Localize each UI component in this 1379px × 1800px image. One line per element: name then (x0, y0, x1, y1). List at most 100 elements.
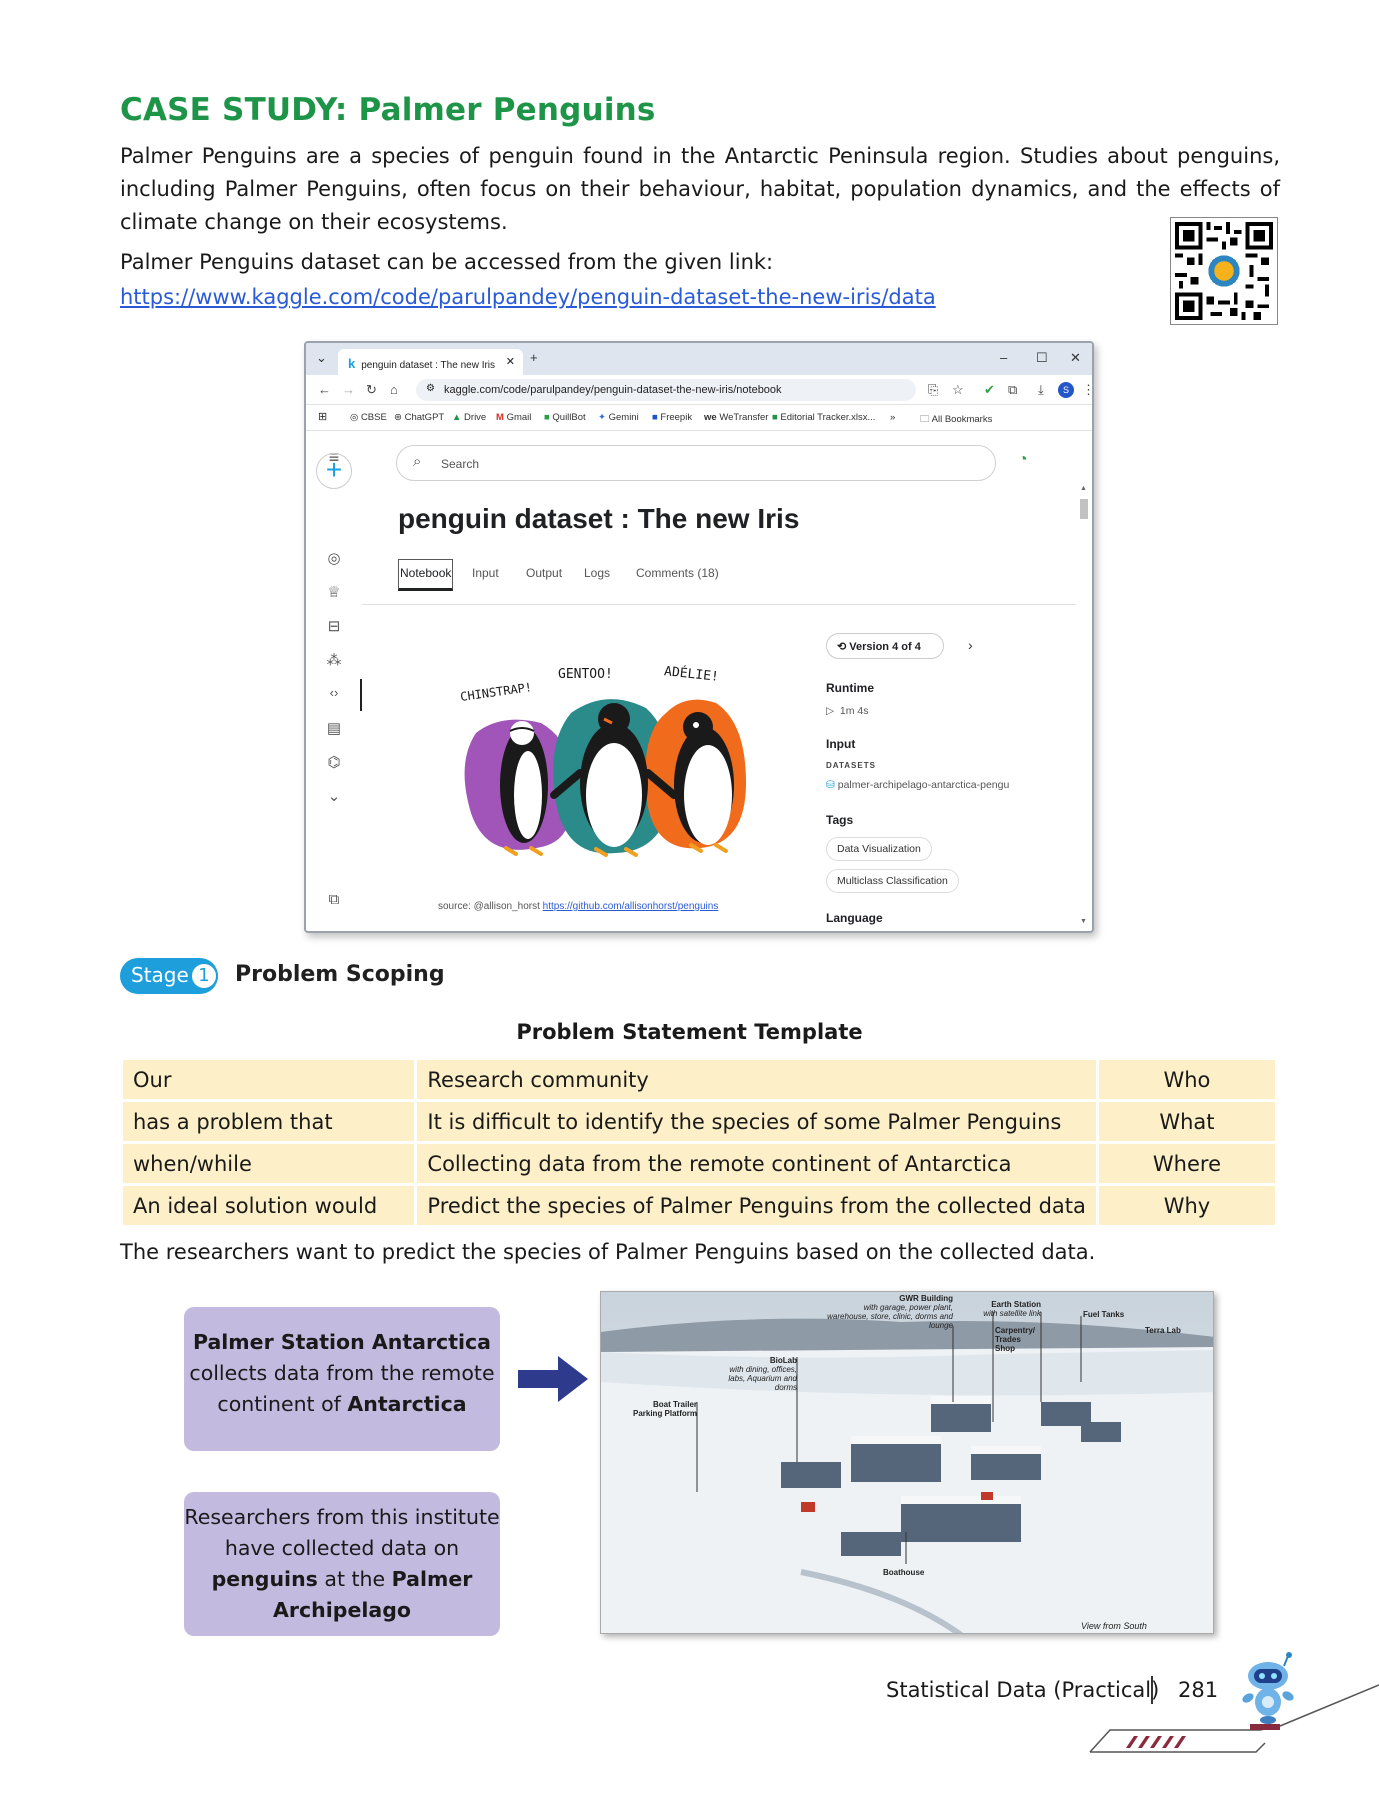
tab-logs[interactable]: Logs (584, 566, 610, 580)
scrollbar-thumb[interactable] (1080, 499, 1088, 519)
active-nav-indicator (360, 679, 362, 711)
template-title: Problem Statement Template (516, 1020, 863, 1044)
chevron-down-icon[interactable]: ⌄ (322, 787, 346, 805)
discussion-icon[interactable]: ▤ (322, 719, 346, 737)
row-answer: Predict the species of Palmer Penguins f… (417, 1186, 1096, 1225)
version-label: Version 4 of 4 (849, 641, 921, 653)
profile-avatar[interactable]: S (1058, 382, 1074, 398)
row-answer: Research community (417, 1060, 1096, 1099)
bookmark-quillbot[interactable]: ■ QuillBot (544, 412, 586, 423)
tab-notebook[interactable]: Notebook (398, 559, 454, 591)
reload-icon[interactable]: ↻ (366, 382, 377, 398)
back-icon[interactable]: ← (318, 382, 331, 397)
trophy-icon[interactable]: ♕ (322, 583, 346, 601)
close-window-icon[interactable]: ✕ (1070, 350, 1081, 366)
tab-output[interactable]: Output (526, 566, 562, 580)
runtime-heading: Runtime (826, 681, 874, 695)
fuel-tanks-label: Fuel Tanks (1083, 1310, 1125, 1319)
compass-icon[interactable]: ◎ (322, 549, 346, 567)
bookmarks-bar: ⊞ ◎ CBSE ⊛ ChatGPT ▲ Drive M Gmail ■ Qui… (306, 405, 1092, 431)
bookmark-all[interactable]: 🗀 All Bookmarks (920, 412, 992, 428)
box1-line2: collects data from the remote (189, 1361, 495, 1385)
apps-grid-icon[interactable]: ⊞ (318, 410, 327, 423)
gwr-building-label: GWR Building with garage, power plant, wa… (827, 1294, 953, 1330)
models-icon[interactable]: ⁂ (322, 651, 346, 669)
bookmark-chatgpt[interactable]: ⊛ ChatGPT (394, 412, 444, 423)
palmer-station-photo: GWR Building with garage, power plant, wa… (600, 1291, 1214, 1634)
problem-statement-table: Our Research community Who has a problem… (120, 1057, 1278, 1228)
right-arrow-icon (518, 1356, 588, 1402)
dataset-item[interactable]: ⛁ palmer-archipelago-antarctica-pengu (826, 779, 1009, 791)
bookmark-gmail[interactable]: M Gmail (496, 412, 531, 423)
learn-icon[interactable]: ⌬ (322, 753, 346, 771)
row-category: What (1098, 1102, 1275, 1141)
robot-mascot-icon (1242, 1652, 1294, 1724)
home-icon[interactable]: ⌂ (390, 382, 398, 397)
download-icon[interactable]: ⤓ (1038, 382, 1044, 398)
gentoo-label: GENTOO! (558, 667, 613, 682)
penguins-illustration: CHINSTRAP! GENTOO! ADÉLIE! (446, 664, 776, 868)
runtime-value: ▷ 1m 4s (826, 705, 869, 717)
site-info-icon[interactable]: ⚙ (426, 383, 435, 394)
table-row: Our Research community Who (123, 1060, 1275, 1099)
bookmark-freepik[interactable]: ■ Freepik (652, 412, 692, 423)
kaggle-search-input[interactable]: ⌕ Search (396, 445, 996, 481)
terra-lab-label: Terra Lab (1145, 1326, 1181, 1335)
address-bar[interactable]: ⚙ kaggle.com/code/parulpandey/penguin-da… (416, 379, 916, 401)
row-prompt: has a problem that (123, 1102, 415, 1141)
palmer-station-box: Palmer Station Antarctica collects data … (184, 1307, 500, 1451)
forward-icon[interactable]: → (342, 382, 355, 397)
bookmark-editorial-tracker[interactable]: ■ Editorial Tracker.xlsx... (772, 412, 875, 423)
tag-data-visualization[interactable]: Data Visualization (826, 837, 932, 861)
scrollbar[interactable]: ▲ ▼ (1080, 485, 1088, 925)
close-tab-icon[interactable]: ✕ (506, 355, 515, 368)
browser-tab[interactable]: k penguin dataset : The new Iris ✕ (338, 349, 523, 375)
researchers-box: Researchers from this institute have col… (184, 1492, 500, 1636)
qr-code[interactable] (1170, 217, 1278, 325)
table-icon[interactable]: ⊟ (322, 617, 346, 635)
boat-trailer-label: Boat Trailer Parking Platform (632, 1400, 697, 1418)
tag-multiclass-classification[interactable]: Multiclass Classification (826, 869, 959, 893)
bookmark-cbse[interactable]: ◎ CBSE (350, 412, 387, 423)
row-prompt: An ideal solution would (123, 1186, 415, 1225)
create-plus-button[interactable]: + (316, 453, 352, 489)
cast-icon[interactable]: ⎘ (928, 382, 938, 398)
minimize-icon[interactable]: – (1000, 350, 1007, 365)
menu-kebab-icon[interactable]: ⋮ (1082, 382, 1092, 398)
user-avatar-icon[interactable]: ◔ (1018, 451, 1028, 469)
dataset-icon: ⛁ (826, 779, 835, 791)
row-answer: Collecting data from the remote continen… (417, 1144, 1096, 1183)
tab-input[interactable]: Input (472, 566, 499, 580)
kaggle-browser-screenshot: ⌄ k penguin dataset : The new Iris ✕ + – … (304, 341, 1094, 933)
search-placeholder: Search (441, 457, 480, 471)
extensions-puzzle-icon[interactable]: ⧉ (1008, 382, 1017, 398)
intro-paragraph: Palmer Penguins are a species of penguin… (120, 144, 1280, 234)
scroll-down-icon[interactable]: ▼ (1080, 918, 1087, 925)
datasets-caption: DATASETS (826, 761, 876, 770)
row-prompt: when/while (123, 1144, 415, 1183)
tags-heading: Tags (826, 813, 854, 827)
conclusion-text: The researchers want to predict the spec… (120, 1240, 1096, 1264)
dataset-link[interactable]: https://www.kaggle.com/code/parulpandey/… (120, 285, 936, 309)
maximize-icon[interactable]: ☐ (1036, 350, 1048, 366)
extension-icon[interactable]: ✔ (984, 382, 995, 398)
bookmark-wetransfer[interactable]: we WeTransfer (704, 412, 768, 423)
bookmark-star-icon[interactable]: ☆ (952, 382, 964, 398)
more-bookmarks-icon[interactable]: » (890, 412, 895, 423)
scroll-up-icon[interactable]: ▲ (1080, 485, 1087, 492)
new-tab-icon[interactable]: + (530, 350, 538, 365)
code-icon[interactable]: ‹› (322, 685, 346, 700)
version-button[interactable]: ⟲ Version 4 of 4 (826, 633, 944, 659)
history-icon: ⟲ (837, 641, 847, 653)
page-heading: CASE STUDY: Palmer Penguins (120, 92, 656, 128)
box2-line2: have collected data on (224, 1536, 460, 1560)
notebook-title: penguin dataset : The new Iris (398, 503, 800, 534)
copy-icon[interactable]: ⧉ (322, 891, 346, 908)
chevron-right-icon[interactable]: › (968, 637, 973, 653)
tab-comments[interactable]: Comments (18) (636, 566, 719, 580)
url-text: kaggle.com/code/parulpandey/penguin-data… (444, 384, 782, 396)
bookmark-drive[interactable]: ▲ Drive (452, 412, 486, 423)
bookmark-gemini[interactable]: ✦ Gemini (598, 412, 639, 423)
source-link[interactable]: https://github.com/allisonhorst/penguins (543, 901, 719, 912)
tab-list-icon[interactable]: ⌄ (316, 350, 327, 366)
